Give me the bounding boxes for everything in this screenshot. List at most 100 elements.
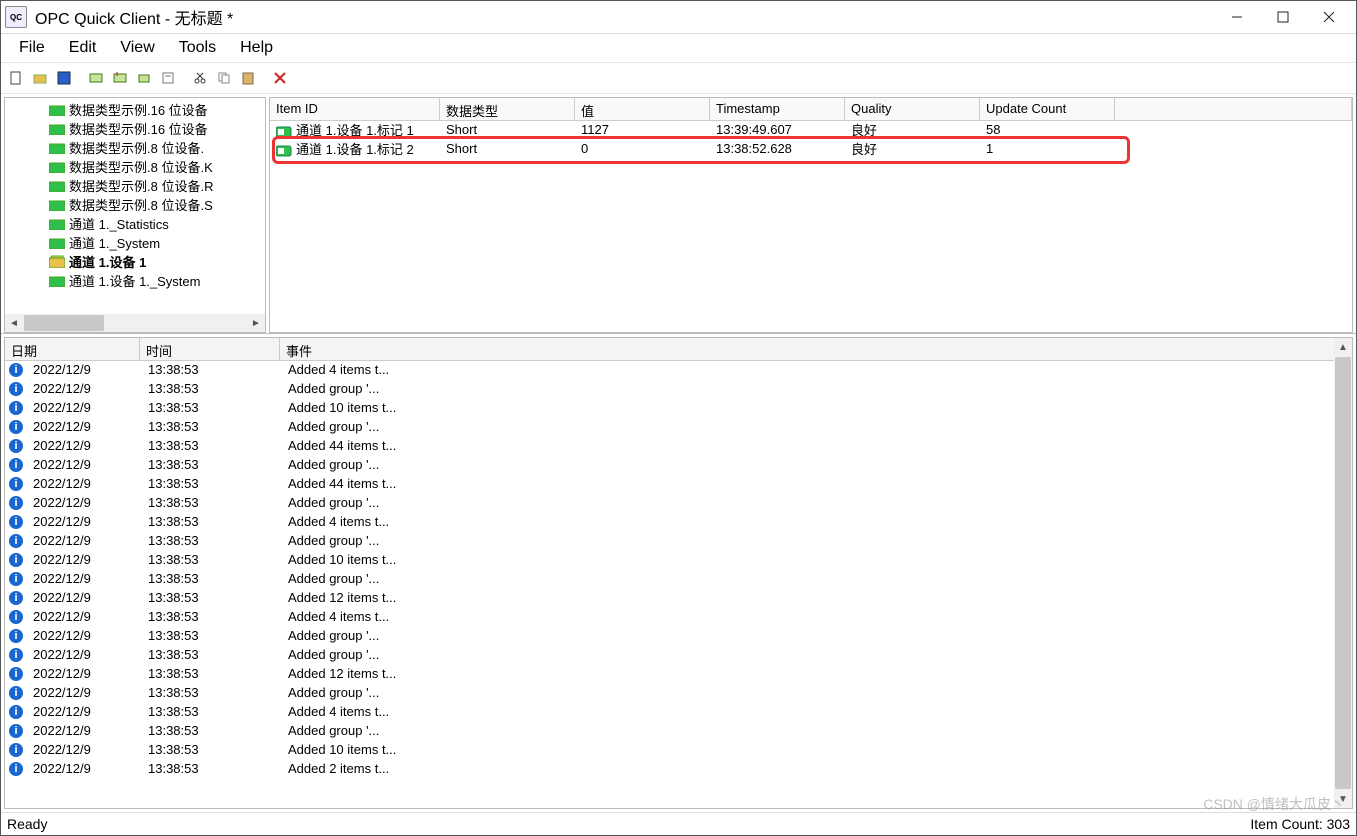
status-item-count: Item Count: 303 <box>1250 816 1350 832</box>
tree-item[interactable]: 数据类型示例.8 位设备.R <box>5 176 265 195</box>
menu-view[interactable]: View <box>108 36 166 60</box>
log-row[interactable]: i2022/12/913:38:53Added 4 items t... <box>5 607 1334 626</box>
log-row[interactable]: i2022/12/913:38:53Added group '... <box>5 379 1334 398</box>
col-item-id[interactable]: Item ID <box>270 98 440 120</box>
log-row[interactable]: i2022/12/913:38:53Added group '... <box>5 626 1334 645</box>
log-date: 2022/12/9 <box>27 381 142 396</box>
folder-closed-icon <box>49 122 65 135</box>
log-row[interactable]: i2022/12/913:38:53Added 10 items t... <box>5 740 1334 759</box>
tag-row[interactable]: 通道 1.设备 1.标记 1Short112713:39:49.607良好58 <box>270 120 1352 139</box>
delete-icon[interactable] <box>269 67 291 89</box>
log-row[interactable]: i2022/12/913:38:53Added group '... <box>5 417 1334 436</box>
log-event: Added 44 items t... <box>282 476 1334 491</box>
log-body[interactable]: i2022/12/913:38:53Added 4 items t...i202… <box>5 360 1334 808</box>
log-row[interactable]: i2022/12/913:38:53Added group '... <box>5 455 1334 474</box>
log-event: Added group '... <box>282 419 1334 434</box>
minimize-button[interactable] <box>1214 3 1260 31</box>
col-quality[interactable]: Quality <box>845 98 980 120</box>
log-row[interactable]: i2022/12/913:38:53Added 4 items t... <box>5 512 1334 531</box>
log-col-date[interactable]: 日期 <box>5 338 140 360</box>
log-time: 13:38:53 <box>142 514 282 529</box>
cell-timestamp: 13:39:49.607 <box>710 122 845 137</box>
log-row[interactable]: i2022/12/913:38:53Added 10 items t... <box>5 550 1334 569</box>
log-row[interactable]: i2022/12/913:38:53Added 44 items t... <box>5 474 1334 493</box>
folder-closed-icon <box>49 141 65 154</box>
info-icon: i <box>9 439 23 453</box>
tree-item[interactable]: 通道 1._System <box>5 233 265 252</box>
properties-icon[interactable] <box>157 67 179 89</box>
log-row[interactable]: i2022/12/913:38:53Added group '... <box>5 531 1334 550</box>
log-date: 2022/12/9 <box>27 419 142 434</box>
log-header[interactable]: 日期 时间 事件 <box>5 338 1352 361</box>
cut-icon[interactable] <box>189 67 211 89</box>
title-bar[interactable]: QC OPC Quick Client - 无标题 * <box>1 1 1356 34</box>
log-row[interactable]: i2022/12/913:38:53Added group '... <box>5 493 1334 512</box>
tag-row[interactable]: 通道 1.设备 1.标记 2Short013:38:52.628良好1 <box>270 139 1352 158</box>
log-pane: 日期 时间 事件 i2022/12/913:38:53Added 4 items… <box>4 337 1353 809</box>
menu-file[interactable]: File <box>7 36 57 60</box>
cell-update-count: 58 <box>980 122 1115 137</box>
menu-help[interactable]: Help <box>228 36 285 60</box>
scroll-up-icon[interactable]: ▲ <box>1334 338 1352 356</box>
tree-body[interactable]: 数据类型示例.16 位设备数据类型示例.16 位设备数据类型示例.8 位设备.数… <box>5 98 265 314</box>
new-file-icon[interactable] <box>5 67 27 89</box>
open-file-icon[interactable] <box>29 67 51 89</box>
tree-item[interactable]: 数据类型示例.16 位设备 <box>5 100 265 119</box>
log-event: Added group '... <box>282 647 1334 662</box>
log-col-time[interactable]: 时间 <box>140 338 280 360</box>
folder-closed-icon <box>49 198 65 211</box>
log-time: 13:38:53 <box>142 685 282 700</box>
col-timestamp[interactable]: Timestamp <box>710 98 845 120</box>
log-row[interactable]: i2022/12/913:38:53Added group '... <box>5 721 1334 740</box>
log-row[interactable]: i2022/12/913:38:53Added 12 items t... <box>5 664 1334 683</box>
tree-item-label: 数据类型示例.8 位设备.S <box>69 195 213 214</box>
col-update-count[interactable]: Update Count <box>980 98 1115 120</box>
window-title: OPC Quick Client - 无标题 * <box>35 5 1214 29</box>
log-vertical-scrollbar[interactable]: ▲ ▼ <box>1334 338 1352 808</box>
col-value[interactable]: 值 <box>575 98 710 120</box>
log-time: 13:38:53 <box>142 552 282 567</box>
save-icon[interactable] <box>53 67 75 89</box>
tree-item[interactable]: 通道 1.设备 1._System <box>5 271 265 290</box>
copy-icon[interactable] <box>213 67 235 89</box>
menu-edit[interactable]: Edit <box>57 36 109 60</box>
close-button[interactable] <box>1306 3 1352 31</box>
log-row[interactable]: i2022/12/913:38:53Added 10 items t... <box>5 398 1334 417</box>
new-server-icon[interactable] <box>85 67 107 89</box>
col-data-type[interactable]: 数据类型 <box>440 98 575 120</box>
tag-list-pane: Item ID 数据类型 值 Timestamp Quality Update … <box>269 97 1353 333</box>
tree-item[interactable]: 通道 1._Statistics <box>5 214 265 233</box>
log-row[interactable]: i2022/12/913:38:53Added group '... <box>5 569 1334 588</box>
log-row[interactable]: i2022/12/913:38:53Added 44 items t... <box>5 436 1334 455</box>
log-row[interactable]: i2022/12/913:38:53Added 2 items t... <box>5 759 1334 778</box>
log-time: 13:38:53 <box>142 742 282 757</box>
scroll-left-icon[interactable]: ◄ <box>5 314 23 332</box>
tree-item[interactable]: 数据类型示例.8 位设备. <box>5 138 265 157</box>
log-row[interactable]: i2022/12/913:38:53Added 4 items t... <box>5 702 1334 721</box>
tree-item[interactable]: 通道 1.设备 1 <box>5 252 265 271</box>
folder-open-icon <box>49 255 65 268</box>
paste-icon[interactable] <box>237 67 259 89</box>
maximize-button[interactable] <box>1260 3 1306 31</box>
tree-item[interactable]: 数据类型示例.8 位设备.S <box>5 195 265 214</box>
new-item-icon[interactable] <box>133 67 155 89</box>
log-row[interactable]: i2022/12/913:38:53Added group '... <box>5 645 1334 664</box>
menu-tools[interactable]: Tools <box>167 36 228 60</box>
tree-item[interactable]: 数据类型示例.16 位设备 <box>5 119 265 138</box>
log-col-event[interactable]: 事件 <box>280 338 1352 360</box>
scroll-thumb-v[interactable] <box>1335 357 1351 789</box>
log-row[interactable]: i2022/12/913:38:53Added 4 items t... <box>5 360 1334 379</box>
log-row[interactable]: i2022/12/913:38:53Added 12 items t... <box>5 588 1334 607</box>
tree-item[interactable]: 数据类型示例.8 位设备.K <box>5 157 265 176</box>
main-split: 数据类型示例.16 位设备数据类型示例.16 位设备数据类型示例.8 位设备.数… <box>1 94 1356 334</box>
scroll-thumb[interactable] <box>24 315 104 331</box>
tree-horizontal-scrollbar[interactable]: ◄ ► <box>5 314 265 332</box>
tag-list-header[interactable]: Item ID 数据类型 值 Timestamp Quality Update … <box>270 98 1352 121</box>
new-group-icon[interactable] <box>109 67 131 89</box>
log-row[interactable]: i2022/12/913:38:53Added group '... <box>5 683 1334 702</box>
log-date: 2022/12/9 <box>27 609 142 624</box>
scroll-down-icon[interactable]: ▼ <box>1334 790 1352 808</box>
scroll-right-icon[interactable]: ► <box>247 314 265 332</box>
tag-list-body[interactable]: 通道 1.设备 1.标记 1Short112713:39:49.607良好58通… <box>270 120 1352 332</box>
info-icon: i <box>9 553 23 567</box>
